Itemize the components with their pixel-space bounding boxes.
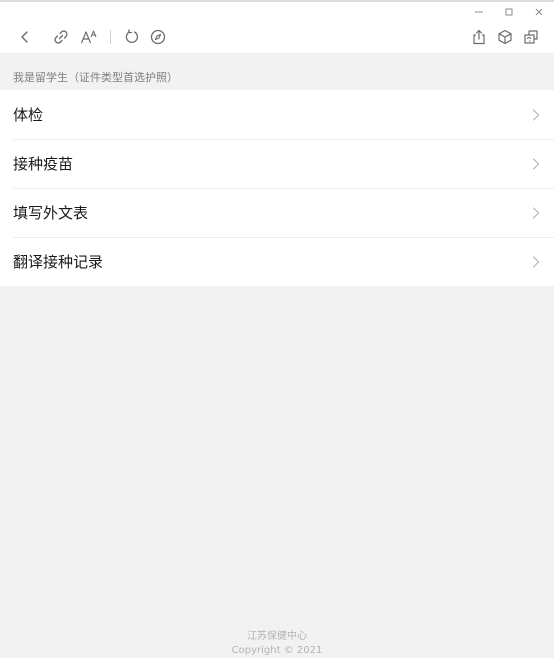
menu-item-label: 填写外文表	[13, 204, 89, 222]
cube-icon	[498, 29, 512, 45]
section-header: 我是留学生（证件类型首选护照）	[13, 71, 178, 84]
link-icon	[54, 30, 68, 44]
toolbar-separator	[110, 30, 111, 44]
menu-item-foreign-form[interactable]: 填写外文表	[0, 188, 554, 237]
toolbar-left	[14, 26, 169, 48]
chevron-right-icon	[532, 206, 540, 219]
mini-program-icon	[524, 30, 538, 44]
mini-program-button[interactable]	[520, 26, 542, 48]
footer-org: 江苏保健中心	[247, 631, 307, 642]
maximize-icon	[505, 8, 513, 16]
chevron-right-icon	[532, 108, 540, 121]
footer: 江苏保健中心 Copyright © 2021	[0, 630, 554, 658]
window-controls	[464, 4, 554, 20]
back-icon	[21, 31, 28, 43]
menu-item-label: 体检	[13, 106, 44, 124]
compass-icon	[150, 29, 166, 45]
menu-item-vaccination[interactable]: 接种疫苗	[0, 139, 554, 188]
font-size-icon	[80, 30, 97, 44]
close-button[interactable]	[524, 4, 554, 20]
open-in-browser-button[interactable]	[147, 26, 169, 48]
chevron-right-icon	[532, 255, 540, 268]
refresh-button[interactable]	[121, 26, 143, 48]
share-button[interactable]	[468, 26, 490, 48]
minimize-icon	[475, 11, 483, 13]
menu-item-label: 接种疫苗	[13, 155, 74, 173]
close-icon	[535, 8, 543, 16]
minimize-button[interactable]	[464, 4, 494, 20]
footer-copyright: Copyright © 2021	[231, 645, 323, 656]
share-icon	[473, 29, 485, 45]
back-button[interactable]	[14, 26, 36, 48]
menu-item-translate-record[interactable]: 翻译接种记录	[0, 237, 554, 286]
menu-list: 体检 接种疫苗 填写外文表 翻译接种记录	[0, 90, 554, 286]
refresh-icon	[125, 29, 139, 43]
window-titlebar	[0, 2, 554, 54]
menu-item-physical-exam[interactable]: 体检	[0, 90, 554, 139]
toolbar-right	[464, 26, 542, 48]
chevron-right-icon	[532, 157, 540, 170]
font-size-button[interactable]	[78, 26, 100, 48]
menu-item-label: 翻译接种记录	[13, 253, 104, 271]
cube-button[interactable]	[494, 26, 516, 48]
maximize-button[interactable]	[494, 4, 524, 20]
copy-link-button[interactable]	[50, 26, 72, 48]
